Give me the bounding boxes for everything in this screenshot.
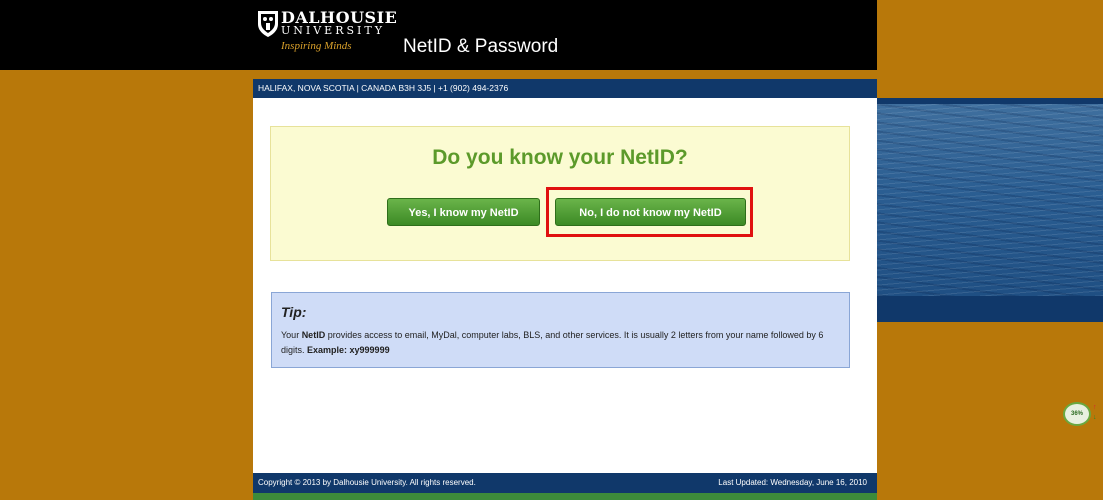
footer-green-strip: [253, 493, 877, 500]
right-strip-bottom: [877, 296, 1103, 322]
water-image: [877, 104, 1103, 296]
header-bar: [0, 0, 877, 70]
tip-panel: Tip: Your NetID provides access to email…: [271, 292, 850, 368]
address-bar: HALIFAX, NOVA SCOTIA | CANADA B3H 3J5 | …: [253, 79, 877, 98]
logo-tagline: Inspiring Minds: [281, 40, 352, 52]
tip-title: Tip:: [281, 304, 307, 320]
dalhousie-logo[interactable]: DALHOUSIE UNIVERSITY Inspiring Minds: [257, 8, 407, 60]
logo-name-line2: UNIVERSITY: [281, 24, 385, 37]
tip-text-before: Your: [281, 330, 302, 340]
percent-gauge: 36%: [1063, 402, 1091, 426]
tip-netid: NetID: [301, 330, 326, 340]
tip-text: Your NetID provides access to email, MyD…: [281, 328, 836, 358]
question-title: Do you know your NetID?: [432, 146, 688, 169]
footer-bar: Copyright © 2013 by Dalhousie University…: [253, 473, 877, 493]
download-arrow-icon: ↓: [1093, 414, 1097, 421]
tip-example: Example: xy999999: [307, 345, 390, 355]
dalhousie-crest-icon: [258, 11, 278, 37]
last-updated-text: Last Updated: Wednesday, June 16, 2010: [718, 478, 867, 487]
speed-widget[interactable]: 36% ↑ ↓: [1063, 400, 1103, 430]
app-title: NetID & Password: [403, 36, 559, 57]
copyright-text: Copyright © 2013 by Dalhousie University…: [258, 478, 476, 487]
upload-arrow-icon: ↑: [1093, 404, 1097, 411]
no-dont-know-netid-button[interactable]: No, I do not know my NetID: [555, 198, 746, 226]
yes-know-netid-button[interactable]: Yes, I know my NetID: [387, 198, 540, 226]
